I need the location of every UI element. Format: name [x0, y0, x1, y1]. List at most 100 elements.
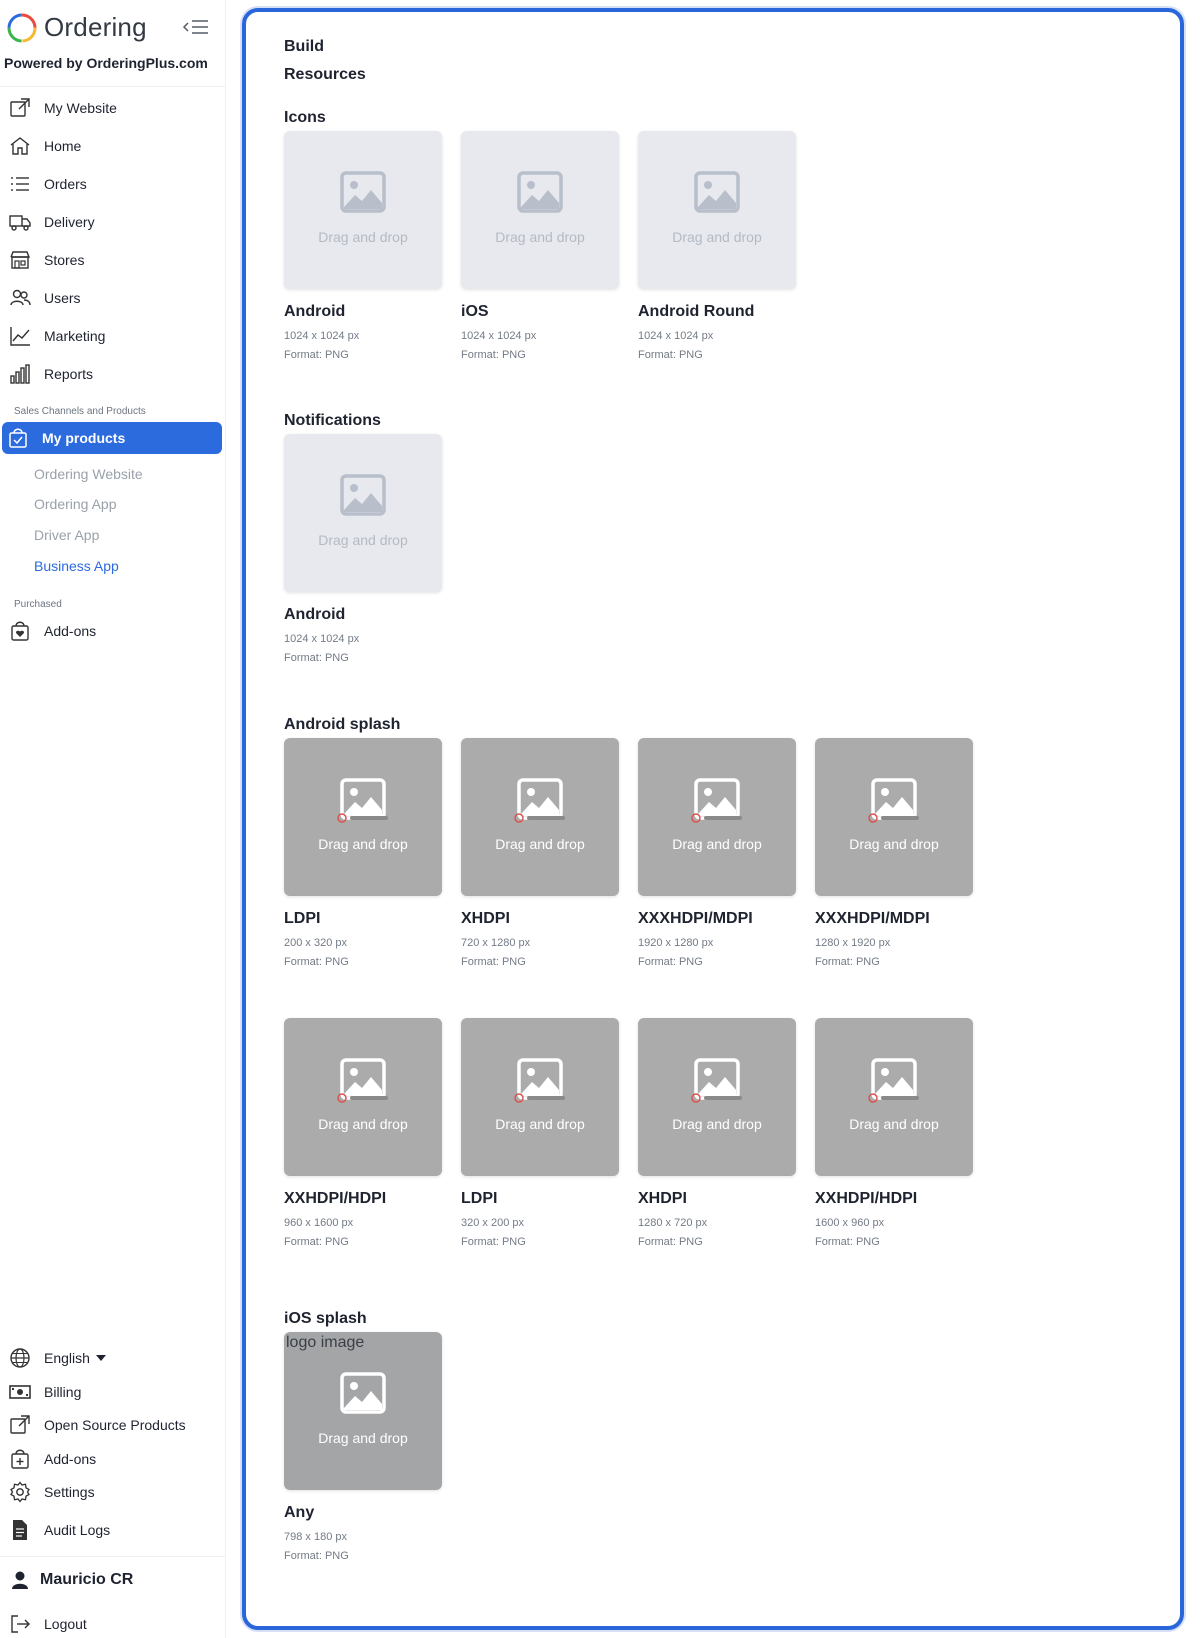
resource-size: 1024 x 1024 px	[638, 330, 714, 342]
home-icon	[6, 134, 34, 158]
drag-and-drop-zone[interactable]: Drag and drop	[638, 738, 796, 896]
resource-card: Drag and drop Android Round 1024 x 1024 px…	[638, 131, 796, 365]
drag-and-drop-label: Drag and drop	[318, 1116, 408, 1132]
brand-logo-overlay-icon	[514, 1093, 565, 1103]
nav-label: My Website	[44, 100, 117, 116]
nav-label: Open Source Products	[44, 1417, 186, 1433]
resource-size: 1280 x 720 px	[638, 1217, 708, 1229]
nav-marketing[interactable]: Marketing	[4, 320, 222, 352]
drag-and-drop-zone[interactable]: Drag and drop	[461, 1018, 619, 1176]
resource-name: XXHDPI/HDPI	[284, 1190, 387, 1207]
resource-format: Format: PNG	[638, 1236, 703, 1248]
external-link-icon	[6, 1413, 34, 1437]
nav-label: Home	[44, 138, 82, 154]
nav-users[interactable]: Users	[4, 282, 222, 314]
resource-format: Format: PNG	[638, 349, 703, 361]
image-placeholder-icon	[694, 171, 740, 213]
drag-and-drop-label: Drag and drop	[672, 1116, 762, 1132]
nav-language[interactable]: English	[4, 1342, 222, 1374]
nav-my-products[interactable]: My products	[2, 422, 222, 454]
drag-and-drop-zone[interactable]: Drag and drop	[638, 1018, 796, 1176]
resource-meta: 1600 x 960 px Format: PNG	[815, 1214, 973, 1252]
section-label-purchased: Purchased	[14, 599, 62, 610]
drag-and-drop-label: Drag and drop	[318, 532, 408, 548]
nav-label: Reports	[44, 366, 94, 382]
resource-size: 1600 x 960 px	[815, 1217, 885, 1229]
nav-addons[interactable]: Add-ons	[4, 615, 222, 647]
nav-delivery[interactable]: Delivery	[4, 206, 222, 238]
resource-name: iOS	[461, 303, 489, 320]
nav-settings[interactable]: Settings	[4, 1476, 222, 1508]
drag-and-drop-label: Drag and drop	[318, 229, 408, 245]
sub-item-ordering-app[interactable]: Ordering App	[34, 496, 117, 512]
resource-meta: 1024 x 1024 px Format: PNG	[638, 327, 796, 365]
brand-logo-overlay-icon	[691, 813, 742, 823]
resource-format: Format: PNG	[284, 956, 349, 968]
drag-and-drop-zone[interactable]: Drag and drop	[638, 131, 796, 289]
resource-name: Android Round	[638, 303, 755, 320]
drag-and-drop-label: Drag and drop	[495, 1116, 585, 1132]
drag-and-drop-zone[interactable]: Drag and drop	[284, 131, 442, 289]
nav-label: Add-ons	[44, 1451, 97, 1467]
drag-and-drop-zone[interactable]: Drag and drop	[284, 1018, 442, 1176]
breadcrumb-build: Build	[284, 38, 324, 55]
bag-heart-icon	[6, 619, 34, 643]
resource-format: Format: PNG	[284, 1236, 349, 1248]
resource-size: 1280 x 1920 px	[815, 937, 891, 949]
user-icon	[6, 1568, 34, 1592]
user-name: Mauricio CR	[40, 1571, 134, 1588]
nav-home[interactable]: Home	[4, 130, 222, 162]
nav-stores[interactable]: Stores	[4, 244, 222, 276]
nav-label: Billing	[44, 1384, 82, 1400]
sub-item-ordering-website[interactable]: Ordering Website	[34, 466, 143, 482]
sub-item-driver-app[interactable]: Driver App	[34, 527, 99, 543]
resource-size: 200 x 320 px	[284, 937, 347, 949]
nav-audit-logs[interactable]: Audit Logs	[4, 1514, 222, 1546]
drag-and-drop-label: Drag and drop	[672, 836, 762, 852]
resource-format: Format: PNG	[461, 349, 526, 361]
resource-name: XXHDPI/HDPI	[815, 1190, 918, 1207]
resource-meta: 1024 x 1024 px Format: PNG	[284, 630, 442, 668]
breadcrumb-resources: Resources	[284, 66, 366, 83]
sub-item-business-app[interactable]: Business App	[34, 558, 119, 574]
resource-meta: 320 x 200 px Format: PNG	[461, 1214, 619, 1252]
sidebar: Ordering Powered by OrderingPlus.com My …	[0, 0, 226, 1638]
drag-and-drop-zone[interactable]: Drag and drop	[284, 434, 442, 592]
nav-label: Orders	[44, 176, 87, 192]
broken-image-alt-text: logo image	[286, 1334, 365, 1351]
image-placeholder-icon	[517, 171, 563, 213]
bag-plus-icon	[6, 1447, 34, 1471]
resource-card: Drag and drop XXHDPI/HDPI 1600 x 960 px For…	[815, 1018, 973, 1252]
resource-size: 1024 x 1024 px	[284, 633, 360, 645]
nav-reports[interactable]: Reports	[4, 358, 222, 390]
drag-and-drop-zone[interactable]: Drag and drop logo image	[284, 1332, 442, 1490]
nav-billing[interactable]: Billing	[4, 1376, 222, 1408]
nav-label: Marketing	[44, 328, 106, 344]
resource-meta: 798 x 180 px Format: PNG	[284, 1528, 442, 1566]
drag-and-drop-label: Drag and drop	[849, 836, 939, 852]
bag-check-icon	[4, 426, 32, 450]
user-profile[interactable]: Mauricio CR	[4, 1564, 222, 1596]
nav-my-website[interactable]: My Website	[4, 92, 222, 124]
drag-and-drop-zone[interactable]: Drag and drop	[461, 131, 619, 289]
drag-and-drop-zone[interactable]: Drag and drop	[815, 738, 973, 896]
resource-name: XHDPI	[638, 1190, 687, 1207]
resource-format: Format: PNG	[284, 652, 349, 664]
nav-open-source-products[interactable]: Open Source Products	[4, 1409, 222, 1441]
resource-name: Any	[284, 1504, 315, 1521]
document-icon	[6, 1518, 34, 1542]
resource-name: Android	[284, 303, 346, 320]
resource-format: Format: PNG	[461, 1236, 526, 1248]
drag-and-drop-zone[interactable]: Drag and drop	[284, 738, 442, 896]
nav-logout[interactable]: Logout	[4, 1608, 222, 1638]
drag-and-drop-zone[interactable]: Drag and drop	[461, 738, 619, 896]
resource-meta: 1024 x 1024 px Format: PNG	[284, 327, 442, 365]
collapse-sidebar-icon[interactable]	[182, 16, 210, 38]
resource-meta: 960 x 1600 px Format: PNG	[284, 1214, 442, 1252]
drag-and-drop-zone[interactable]: Drag and drop	[815, 1018, 973, 1176]
resource-meta: 1280 x 1920 px Format: PNG	[815, 934, 973, 972]
divider	[0, 86, 226, 87]
nav-orders[interactable]: Orders	[4, 168, 222, 200]
resource-name: XXXHDPI/MDPI	[815, 910, 930, 927]
nav-bottom-addons[interactable]: Add-ons	[4, 1443, 222, 1475]
